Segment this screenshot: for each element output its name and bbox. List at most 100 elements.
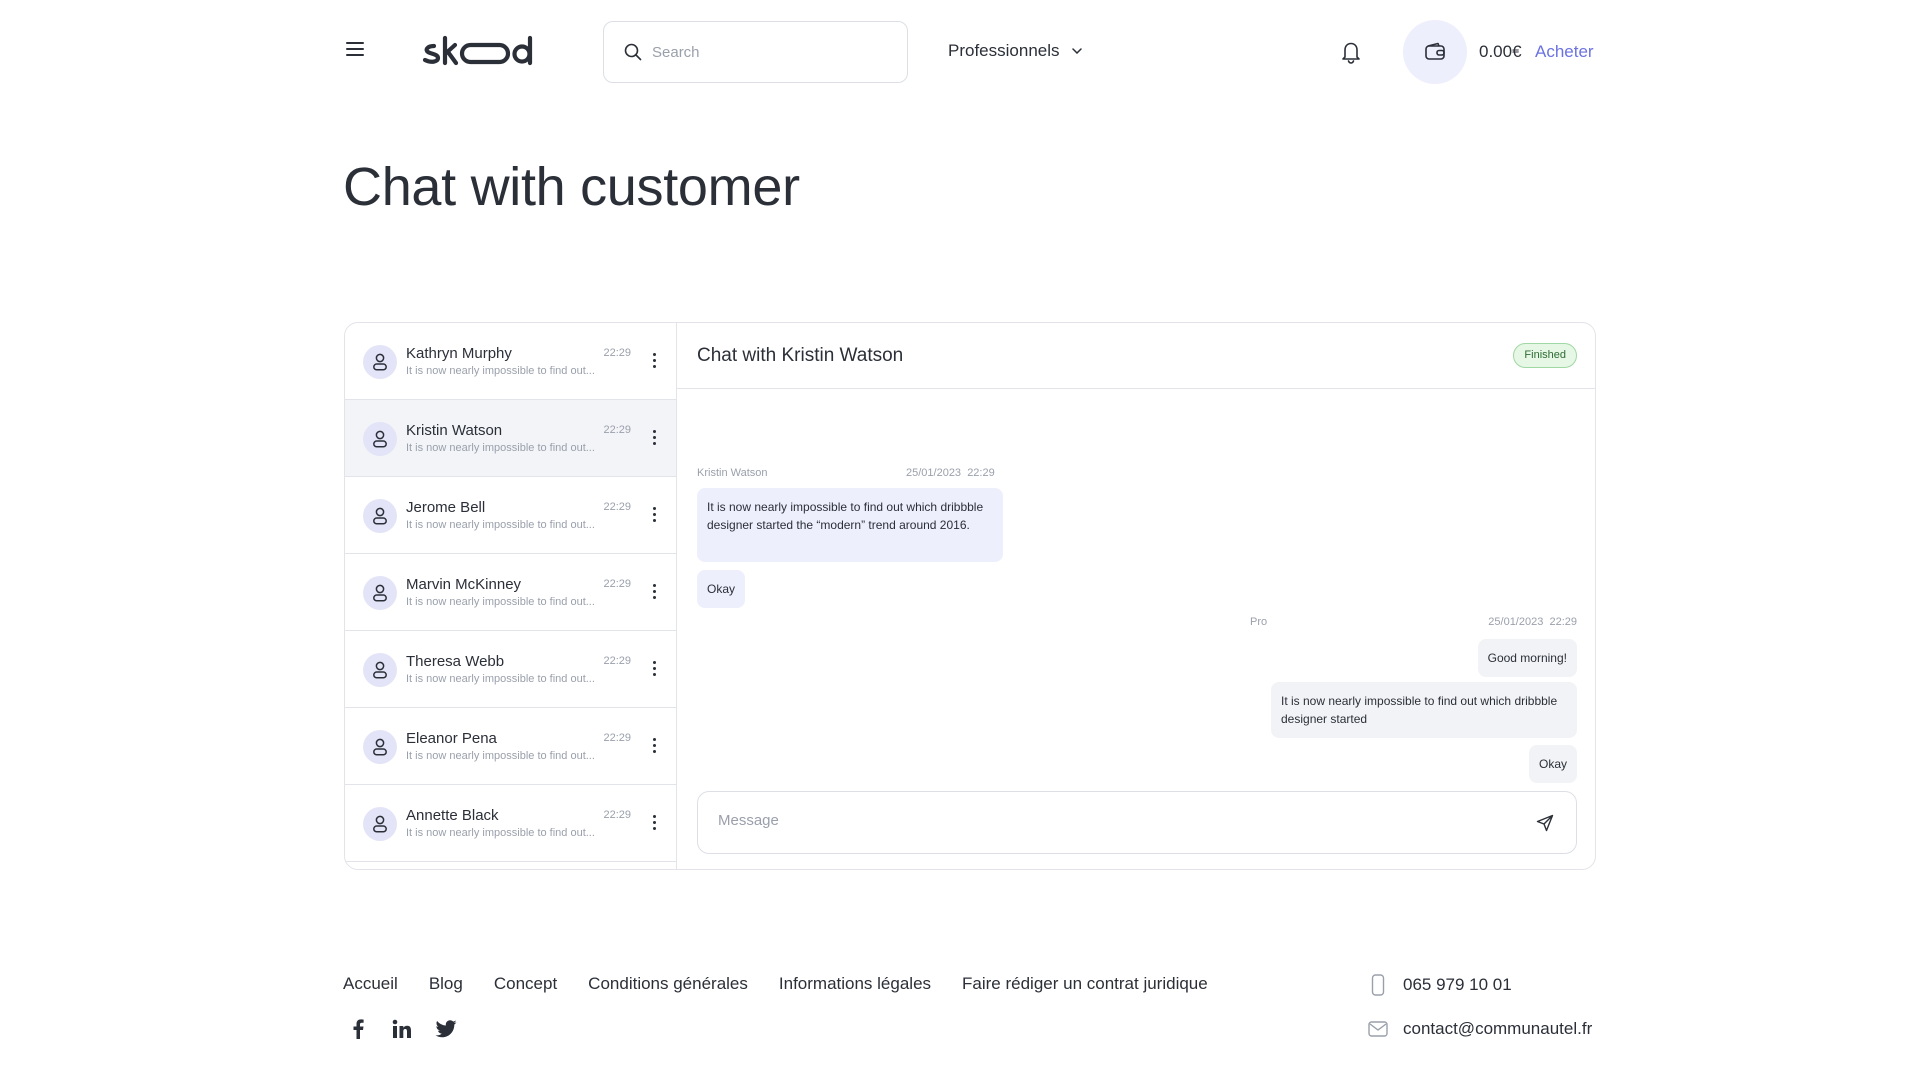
conversation-name: Annette Black — [406, 807, 499, 824]
message-input[interactable] — [718, 812, 1498, 829]
wallet-icon — [1425, 42, 1445, 60]
conversation-list[interactable]: Kathryn Murphy 22:29 It is now nearly impo… — [345, 323, 677, 869]
avatar — [363, 653, 397, 687]
twitter-icon[interactable] — [435, 1018, 457, 1040]
user-icon — [373, 815, 387, 833]
conversation-preview: It is now nearly impossible to find out.… — [406, 596, 595, 608]
status-badge: Finished — [1513, 343, 1577, 368]
menu-icon[interactable] — [346, 42, 364, 56]
footer-link[interactable]: Informations légales — [779, 974, 931, 994]
chat-title: Chat with Kristin Watson — [697, 345, 904, 366]
footer-link[interactable]: Concept — [494, 974, 557, 994]
conversation-item[interactable]: Annette Black 22:29 It is now nearly impos… — [345, 785, 676, 862]
conversation-time: 22:29 — [603, 347, 631, 359]
footer-nav: Accueil Blog Concept Conditions générales In… — [343, 974, 1239, 994]
more-options-icon[interactable] — [651, 738, 657, 756]
avatar — [363, 807, 397, 841]
incoming-date: 25/01/2023 22:29 — [906, 467, 995, 479]
message-composer — [697, 791, 1577, 854]
outgoing-date-text: 25/01/2023 — [1488, 616, 1544, 628]
avatar — [363, 345, 397, 379]
page-title: Chat with customer — [343, 157, 800, 217]
wallet-button[interactable] — [1403, 20, 1467, 84]
more-options-icon[interactable] — [651, 661, 657, 679]
professionnels-dropdown[interactable]: Professionnels — [948, 41, 1082, 61]
avatar — [363, 576, 397, 610]
incoming-time-text: 22:29 — [967, 467, 995, 479]
wallet-balance: 0.00€ — [1479, 42, 1522, 61]
buy-link[interactable]: Acheter — [1535, 42, 1594, 62]
avatar — [363, 422, 397, 456]
user-icon — [373, 430, 387, 448]
linkedin-icon[interactable] — [391, 1018, 413, 1040]
conversation-preview: It is now nearly impossible to find out.… — [406, 519, 595, 531]
incoming-message: It is now nearly impossible to find out … — [697, 488, 1003, 562]
conversation-item[interactable]: Theresa Webb 22:29 It is now nearly imposs… — [345, 631, 676, 708]
incoming-date-text: 25/01/2023 — [906, 467, 962, 479]
phone-icon — [1367, 974, 1389, 996]
conversation-time: 22:29 — [603, 655, 631, 667]
dropdown-label: Professionnels — [948, 41, 1060, 60]
outgoing-message: Okay — [1528, 745, 1577, 783]
user-icon — [373, 507, 387, 525]
outgoing-message: It is now nearly impossible to find out … — [1271, 682, 1577, 738]
search-icon — [624, 43, 642, 61]
conversation-preview: It is now nearly impossible to find out.… — [406, 442, 595, 454]
brand-logo[interactable] — [422, 32, 552, 72]
user-icon — [373, 353, 387, 371]
outgoing-time-text: 22:29 — [1549, 616, 1577, 628]
footer-link[interactable]: Blog — [429, 974, 463, 994]
avatar — [363, 730, 397, 764]
more-options-icon[interactable] — [651, 353, 657, 371]
email-address: contact@communautel.fr — [1403, 1019, 1593, 1038]
chat-window: Chat with Kristin Watson Finished Kristi… — [677, 323, 1595, 869]
chat-panel: Kathryn Murphy 22:29 It is now nearly impo… — [344, 322, 1596, 870]
conversation-item[interactable]: Kathryn Murphy 22:29 It is now nearly impo… — [345, 323, 676, 400]
conversation-preview: It is now nearly impossible to find out.… — [406, 365, 595, 377]
conversation-time: 22:29 — [603, 424, 631, 436]
conversation-name: Marvin McKinney — [406, 576, 522, 593]
social-links — [347, 1018, 479, 1040]
contact-phone[interactable]: 065 979 10 01 — [1367, 974, 1512, 996]
send-icon[interactable] — [1536, 814, 1554, 832]
incoming-sender: Kristin Watson — [697, 467, 768, 479]
conversation-name: Eleanor Pena — [406, 730, 497, 747]
more-options-icon[interactable] — [651, 584, 657, 602]
outgoing-date: 25/01/2023 22:29 — [1488, 616, 1577, 628]
footer-link[interactable]: Faire rédiger un contrat juridique — [962, 974, 1208, 994]
facebook-icon[interactable] — [347, 1018, 369, 1040]
search-input[interactable] — [652, 43, 892, 61]
footer-link[interactable]: Conditions générales — [588, 974, 748, 994]
user-icon — [373, 738, 387, 756]
user-icon — [373, 584, 387, 602]
conversation-name: Jerome Bell — [406, 499, 486, 516]
more-options-icon[interactable] — [651, 815, 657, 833]
incoming-message: Okay — [697, 570, 746, 608]
conversation-time: 22:29 — [603, 732, 631, 744]
outgoing-sender: Pro — [1250, 616, 1268, 628]
conversation-preview: It is now nearly impossible to find out.… — [406, 673, 595, 685]
footer-link[interactable]: Accueil — [343, 974, 398, 994]
top-header: Professionnels 0.00€ Acheter — [0, 0, 1920, 105]
conversation-time: 22:29 — [603, 578, 631, 590]
conversation-item[interactable]: Eleanor Pena 22:29 It is now nearly imposs… — [345, 708, 676, 785]
chevron-down-icon — [1071, 48, 1082, 54]
mail-icon — [1367, 1018, 1389, 1040]
conversation-preview: It is now nearly impossible to find out.… — [406, 750, 595, 762]
conversation-item[interactable]: Jerome Bell 22:29 It is now nearly impossi… — [345, 477, 676, 554]
conversation-name: Kathryn Murphy — [406, 345, 512, 362]
avatar — [363, 499, 397, 533]
outgoing-message: Good morning! — [1477, 639, 1577, 677]
search-box[interactable] — [603, 21, 908, 83]
conversation-item[interactable]: Kristin Watson 22:29 It is now nearly impo… — [345, 400, 676, 477]
more-options-icon[interactable] — [651, 430, 657, 448]
conversation-name: Theresa Webb — [406, 653, 505, 670]
phone-number: 065 979 10 01 — [1403, 975, 1512, 994]
conversation-name: Kristin Watson — [406, 422, 503, 439]
more-options-icon[interactable] — [651, 507, 657, 525]
conversation-item[interactable]: Marvin McKinney 22:29 It is now nearly imp… — [345, 554, 676, 631]
contact-email[interactable]: contact@communautel.fr — [1367, 1018, 1592, 1040]
conversation-time: 22:29 — [603, 501, 631, 513]
bell-icon[interactable] — [1340, 40, 1362, 64]
skood-logo-icon — [422, 35, 533, 66]
